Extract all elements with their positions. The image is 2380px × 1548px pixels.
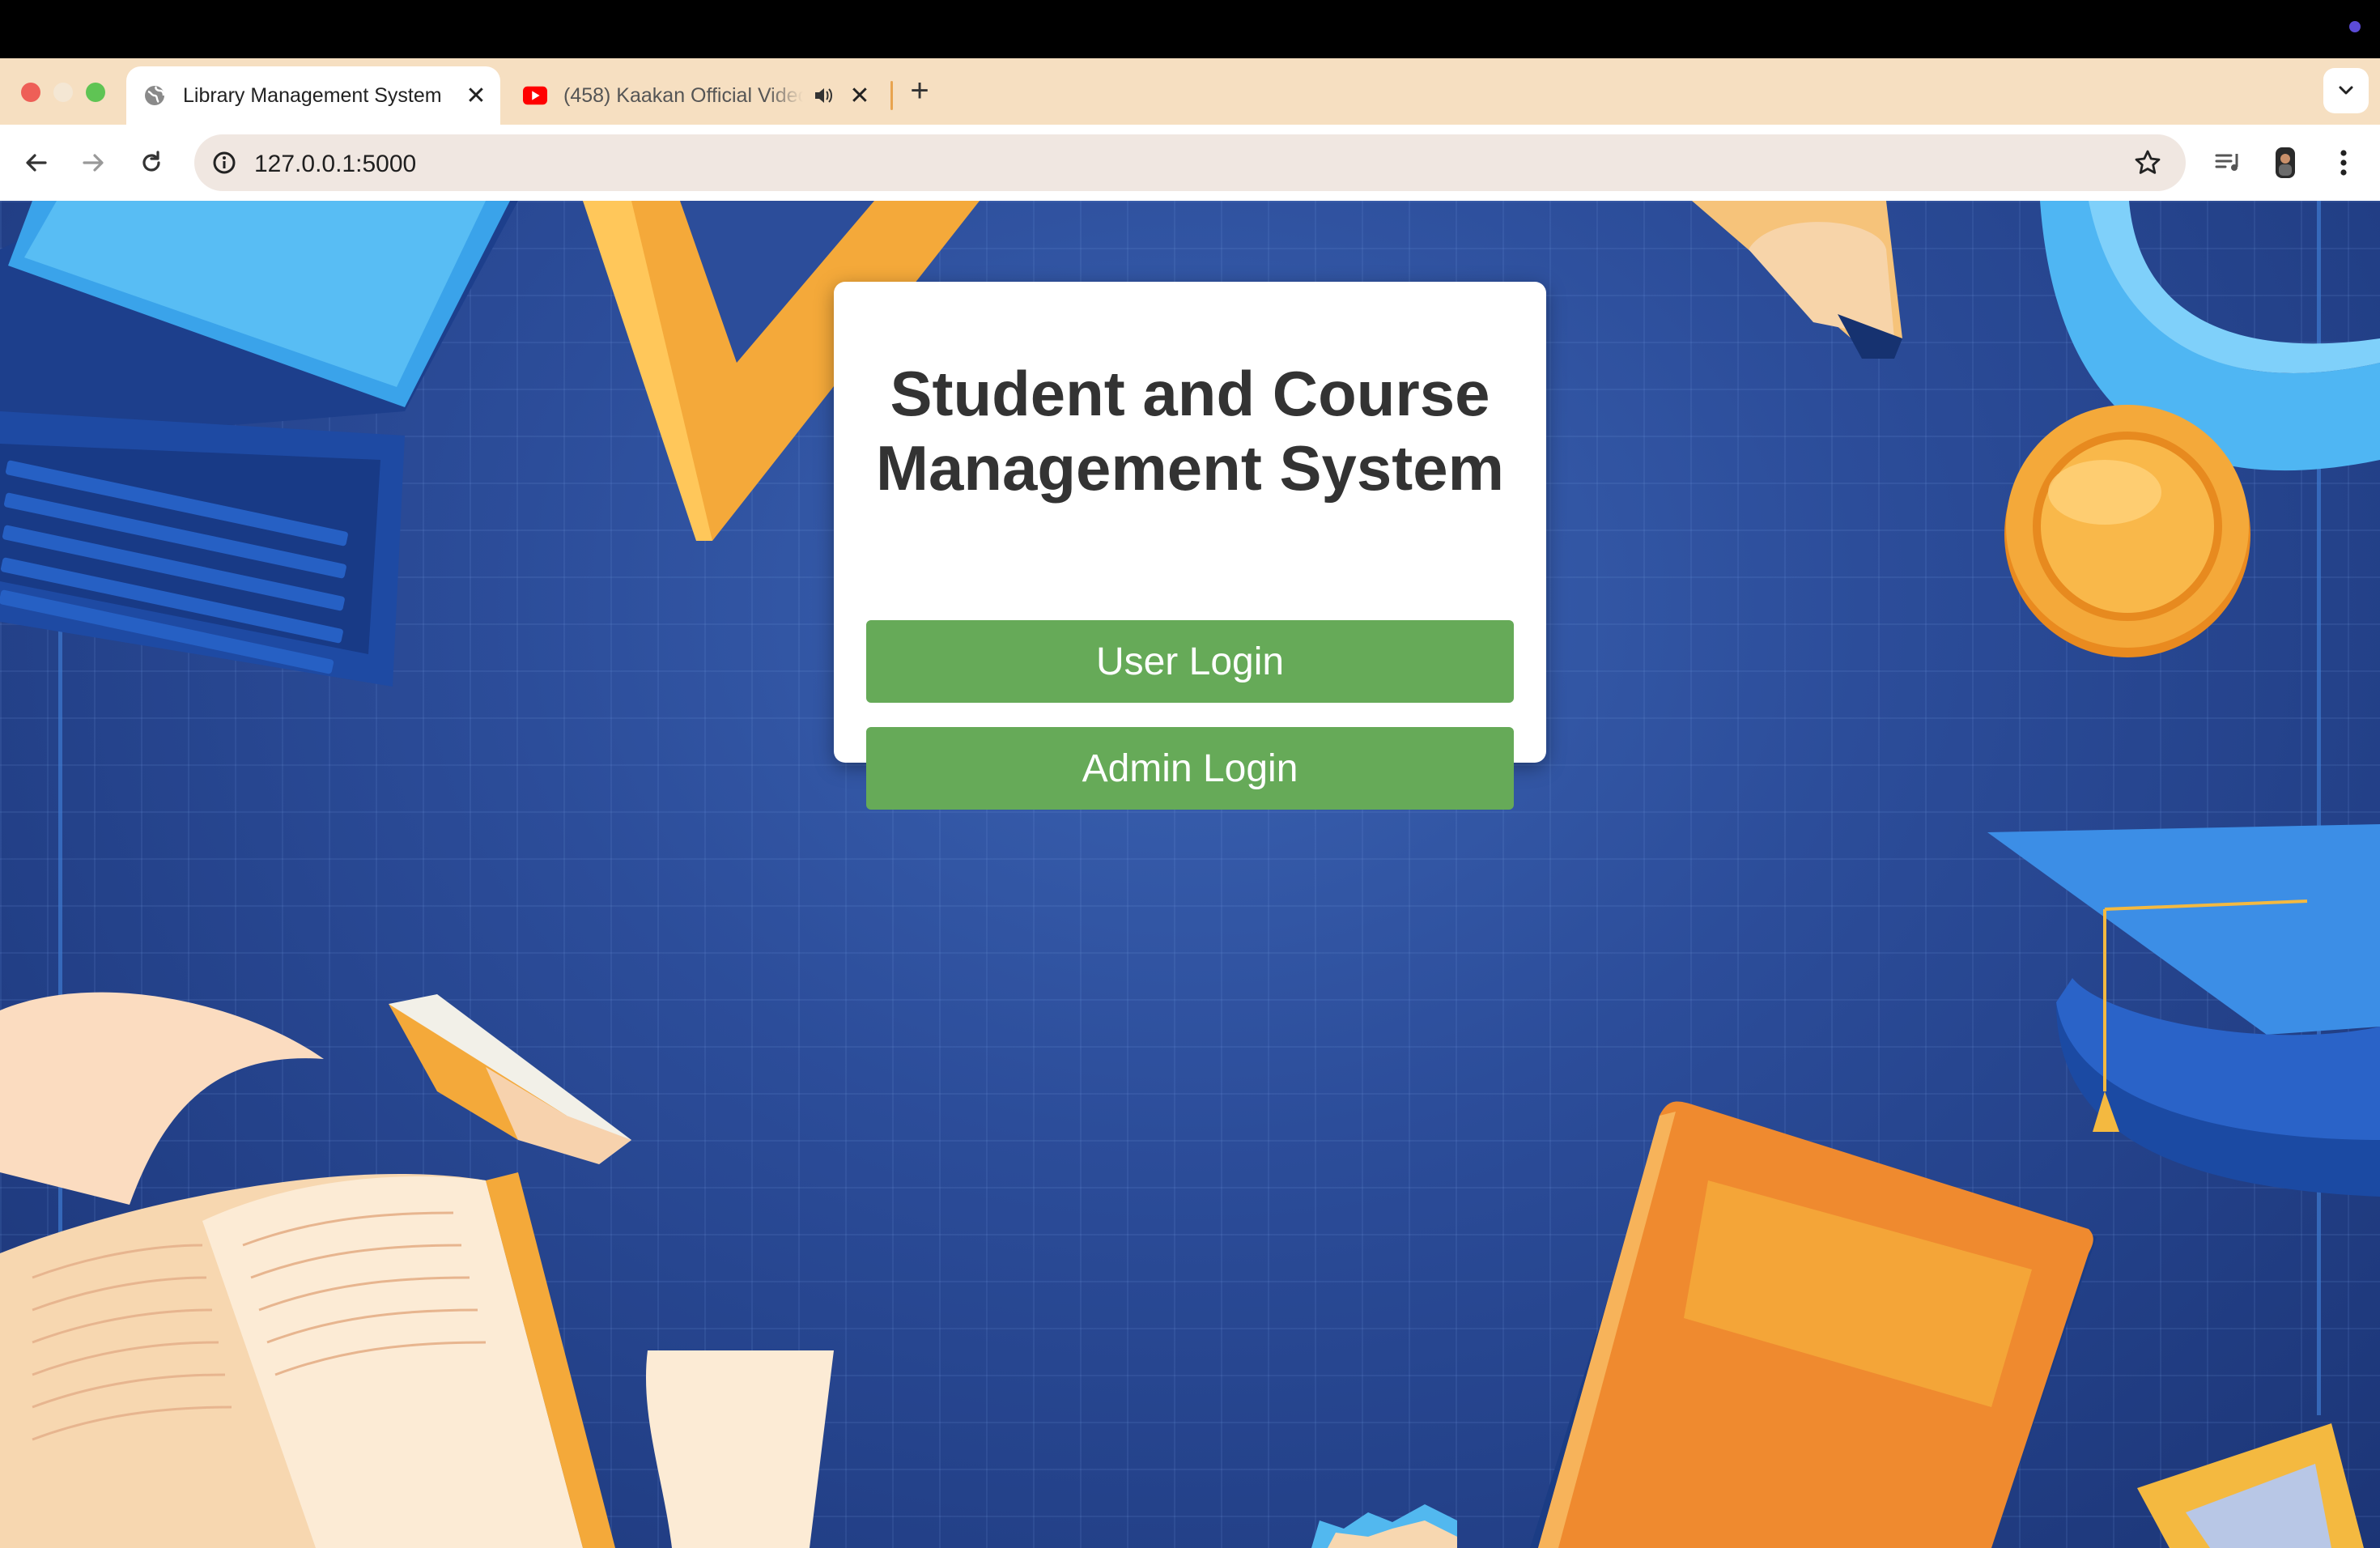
crayon-illustration <box>2137 1423 2364 1548</box>
bookmark-star-icon[interactable] <box>2131 146 2165 180</box>
page-title: Student and Course Management System <box>876 358 1504 504</box>
tab-title: Library Management System <box>183 83 442 107</box>
address-bar[interactable]: 127.0.0.1:5000 <box>194 134 2186 191</box>
login-card: Student and Course Management System Use… <box>834 282 1546 810</box>
arrow-left-icon <box>26 154 47 172</box>
profile-avatar[interactable] <box>2267 144 2304 181</box>
tab-library-management[interactable]: Library Management System ✕ <box>126 66 500 125</box>
open-book-illustration <box>0 992 834 1548</box>
youtube-icon <box>523 83 547 108</box>
browser-toolbar: 127.0.0.1:5000 <box>0 125 2380 201</box>
tab-youtube-video[interactable]: (458) Kaakan Official Video ✕ <box>510 66 890 125</box>
forward-button[interactable] <box>74 144 112 181</box>
more-menu-icon[interactable] <box>2325 144 2362 181</box>
arrow-right-icon <box>83 154 104 172</box>
tab-search-button[interactable] <box>2323 68 2369 113</box>
page-viewport: Student and Course Management System Use… <box>0 201 2380 1548</box>
tab-separator <box>890 81 893 110</box>
speaker-icon[interactable] <box>811 83 837 108</box>
shavings-illustration <box>1311 1504 1457 1548</box>
close-tab-icon[interactable]: ✕ <box>847 83 873 109</box>
window-close-button[interactable] <box>21 83 40 102</box>
site-info-icon[interactable] <box>206 144 243 181</box>
laptop-illustration <box>0 201 518 687</box>
globe-icon <box>142 83 167 108</box>
chevron-down-icon <box>2339 86 2353 95</box>
media-controls-icon[interactable] <box>2210 144 2247 181</box>
graduation-cap-illustration <box>1987 824 2380 1197</box>
system-top-bar <box>0 0 2380 58</box>
window-zoom-button[interactable] <box>86 83 105 102</box>
url-text[interactable]: 127.0.0.1:5000 <box>254 151 416 178</box>
new-tab-button[interactable]: + <box>903 74 936 107</box>
admin-login-button[interactable]: Admin Login <box>866 727 1514 810</box>
back-button[interactable] <box>18 144 55 181</box>
reload-button[interactable] <box>133 144 170 181</box>
close-tab-icon[interactable]: ✕ <box>463 83 489 109</box>
medal-illustration <box>2004 201 2380 657</box>
reload-icon <box>142 151 160 172</box>
window-minimize-button[interactable] <box>53 83 73 102</box>
eraser-illustration <box>389 994 631 1164</box>
notebook-illustration <box>1530 1101 2097 1548</box>
pencil-illustration <box>1692 201 1902 359</box>
recording-indicator-icon <box>2349 21 2361 32</box>
tab-title: (458) Kaakan Official Video <box>563 83 803 107</box>
user-login-button[interactable]: User Login <box>866 620 1514 703</box>
tab-strip: Library Management System ✕ (458) Kaakan… <box>0 58 2380 125</box>
